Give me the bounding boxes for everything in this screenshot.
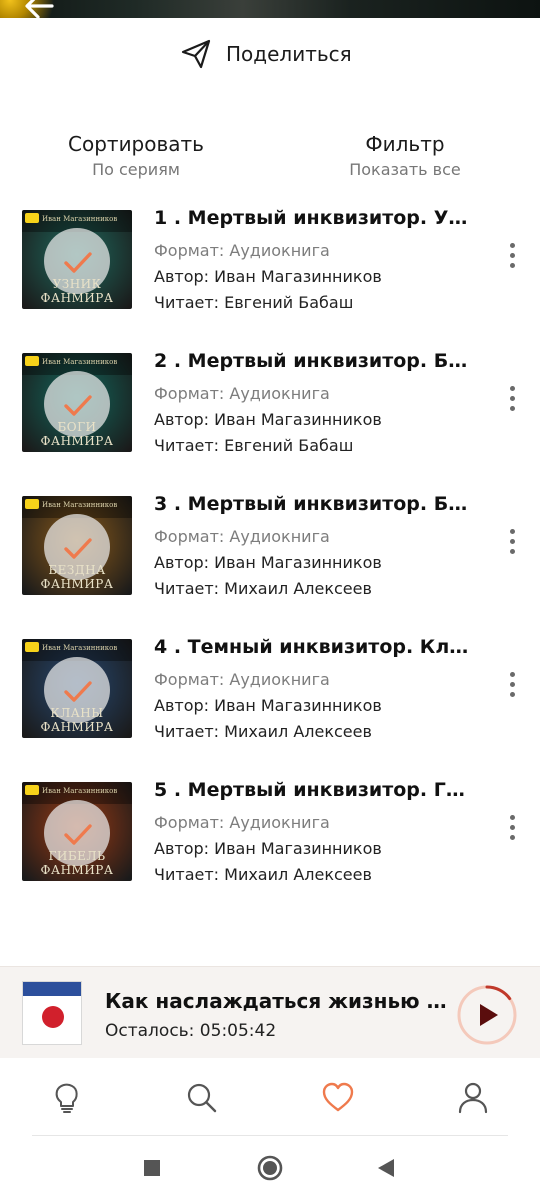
- book-author: Автор: Иван Магазинников: [154, 839, 382, 858]
- play-icon: [480, 1004, 498, 1026]
- book-format: Формат: Аудиокнига: [154, 384, 330, 403]
- nav-favorites[interactable]: [320, 1080, 356, 1116]
- circle-icon: [257, 1155, 283, 1181]
- more-options-button[interactable]: [500, 529, 524, 563]
- player-title: Как наслаждаться жизнью и по...: [105, 989, 455, 1013]
- checkmark-icon: [64, 252, 92, 273]
- book-cover: Иван Магазинников УЗНИК ФАНМИРА: [22, 210, 132, 309]
- book-format: Формат: Аудиокнига: [154, 670, 330, 689]
- more-options-button[interactable]: [500, 672, 524, 706]
- recent-apps-button[interactable]: [143, 1159, 161, 1181]
- cover-banner-strip: [0, 0, 540, 18]
- bottom-navigation: [0, 1058, 540, 1136]
- cover-author: Иван Магазинников: [42, 215, 118, 223]
- filter-value: Показать все: [349, 160, 461, 179]
- checkmark-icon: [64, 681, 92, 702]
- play-button[interactable]: [456, 984, 518, 1046]
- nav-search[interactable]: [184, 1080, 220, 1116]
- book-author: Автор: Иван Магазинников: [154, 410, 382, 429]
- filter-control[interactable]: Фильтр Показать все: [305, 132, 505, 179]
- lightbulb-icon: [55, 1083, 78, 1113]
- cover-author: Иван Магазинников: [42, 787, 118, 795]
- book-title: 5 . Мертвый инквизитор. Ги...: [154, 779, 474, 801]
- cover-title: БОГИ ФАНМИРА: [40, 420, 114, 448]
- cover-author: Иван Магазинников: [42, 358, 118, 366]
- book-author: Автор: Иван Магазинников: [154, 267, 382, 286]
- cover-title: БЕЗДНА ФАНМИРА: [40, 563, 114, 591]
- more-vert-icon: [500, 529, 524, 554]
- send-icon: [181, 39, 211, 69]
- book-reader: Читает: Евгений Бабаш: [154, 436, 354, 455]
- cover-title: КЛАНЫ ФАНМИРА: [40, 706, 114, 734]
- cover-band: [23, 982, 81, 996]
- arrow-left-icon: [25, 0, 54, 19]
- book-reader: Читает: Михаил Алексеев: [154, 722, 372, 741]
- book-format: Формат: Аудиокнига: [154, 813, 330, 832]
- more-options-button[interactable]: [500, 815, 524, 849]
- search-icon: [187, 1083, 217, 1113]
- publisher-logo: [25, 642, 39, 652]
- more-vert-icon: [500, 386, 524, 411]
- sort-control[interactable]: Сортировать По сериям: [36, 132, 236, 179]
- share-label: Поделиться: [226, 42, 352, 66]
- back-system-button[interactable]: [376, 1158, 396, 1182]
- book-item[interactable]: Иван Магазинников ГИБЕЛЬ ФАНМИРА 5 . Мер…: [0, 777, 540, 887]
- book-cover: Иван Магазинников ГИБЕЛЬ ФАНМИРА: [22, 782, 132, 881]
- book-author: Автор: Иван Магазинников: [154, 553, 382, 572]
- play-progress-ring: [457, 985, 517, 1045]
- back-button[interactable]: [22, 0, 56, 20]
- heart-icon: [322, 1082, 354, 1112]
- square-icon: [144, 1160, 160, 1176]
- more-options-button[interactable]: [500, 386, 524, 420]
- publisher-logo: [25, 213, 39, 223]
- book-item[interactable]: Иван Магазинников УЗНИК ФАНМИРА 1 . Мерт…: [0, 205, 540, 315]
- cover-author: Иван Магазинников: [42, 501, 118, 509]
- book-item[interactable]: Иван Магазинников БЕЗДНА ФАНМИРА 3 . Мер…: [0, 491, 540, 601]
- sort-value: По сериям: [92, 160, 180, 179]
- apple-illustration: [42, 1006, 64, 1028]
- publisher-logo: [25, 499, 39, 509]
- book-cover: Иван Магазинников БЕЗДНА ФАНМИРА: [22, 496, 132, 595]
- mini-player[interactable]: Как наслаждаться жизнью и по... Осталось…: [0, 966, 540, 1058]
- book-title: 2 . Мертвый инквизитор. Бо...: [154, 350, 474, 372]
- nav-profile[interactable]: [455, 1080, 491, 1116]
- cover-title: УЗНИК ФАНМИРА: [40, 277, 114, 305]
- nav-recommendations[interactable]: [49, 1080, 85, 1116]
- checkmark-icon: [64, 395, 92, 416]
- player-book-cover: [22, 981, 82, 1045]
- home-button[interactable]: [257, 1155, 283, 1185]
- system-navigation-bar: [0, 1136, 540, 1200]
- filter-label: Фильтр: [365, 132, 445, 156]
- checkmark-icon: [64, 538, 92, 559]
- book-reader: Читает: Михаил Алексеев: [154, 865, 372, 884]
- share-button[interactable]: Поделиться: [180, 36, 352, 72]
- book-cover: Иван Магазинников КЛАНЫ ФАНМИРА: [22, 639, 132, 738]
- more-vert-icon: [500, 815, 524, 840]
- more-vert-icon: [500, 243, 524, 268]
- book-title: 1 . Мертвый инквизитор. Уз...: [154, 207, 474, 229]
- book-item[interactable]: Иван Магазинников БОГИ ФАНМИРА 2 . Мертв…: [0, 348, 540, 458]
- cover-title: ГИБЕЛЬ ФАНМИРА: [40, 849, 114, 877]
- book-format: Формат: Аудиокнига: [154, 527, 330, 546]
- checkmark-icon: [64, 824, 92, 845]
- book-reader: Читает: Евгений Бабаш: [154, 293, 354, 312]
- publisher-logo: [25, 356, 39, 366]
- book-reader: Читает: Михаил Алексеев: [154, 579, 372, 598]
- book-author: Автор: Иван Магазинников: [154, 696, 382, 715]
- profile-icon: [458, 1082, 488, 1114]
- sort-label: Сортировать: [68, 132, 204, 156]
- more-vert-icon: [500, 672, 524, 697]
- publisher-logo: [25, 785, 39, 795]
- triangle-back-icon: [378, 1159, 394, 1177]
- book-title: 4 . Темный инквизитор. Кла...: [154, 636, 474, 658]
- more-options-button[interactable]: [500, 243, 524, 277]
- player-remaining-time: Осталось: 05:05:42: [105, 1021, 277, 1041]
- book-title: 3 . Мертвый инквизитор. Бе...: [154, 493, 474, 515]
- book-format: Формат: Аудиокнига: [154, 241, 330, 260]
- book-cover: Иван Магазинников БОГИ ФАНМИРА: [22, 353, 132, 452]
- book-item[interactable]: Иван Магазинников КЛАНЫ ФАНМИРА 4 . Темн…: [0, 634, 540, 744]
- cover-author: Иван Магазинников: [42, 644, 118, 652]
